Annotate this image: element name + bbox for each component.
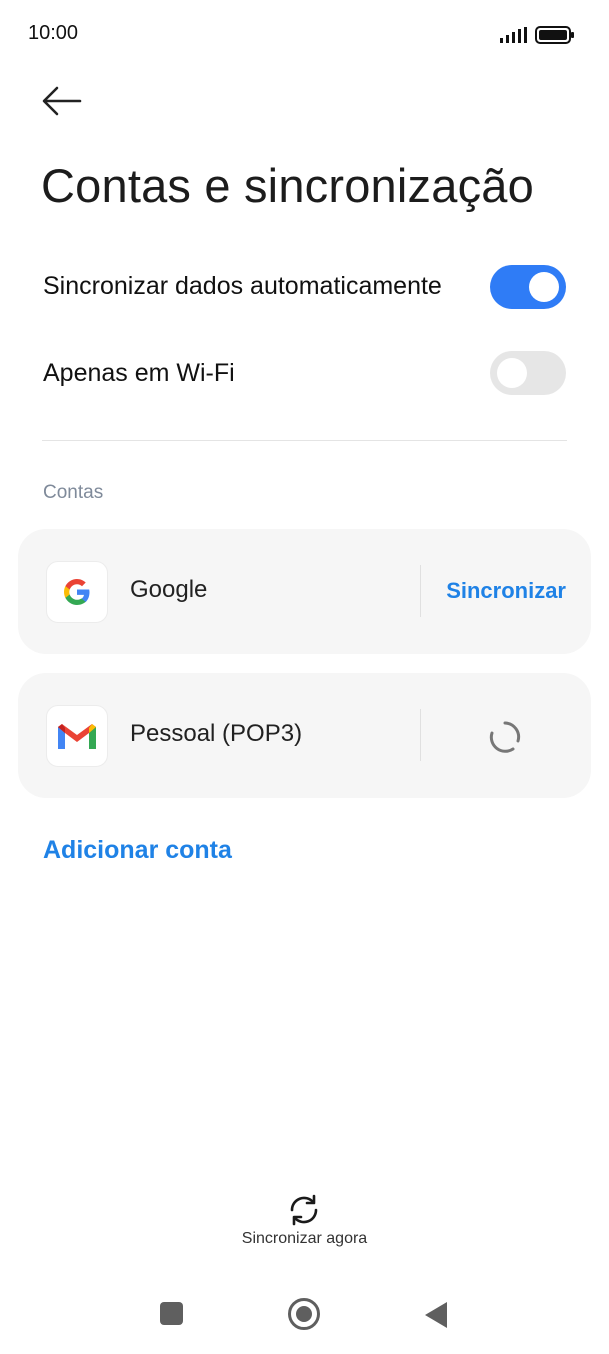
home-circle-icon[interactable] bbox=[287, 1297, 321, 1331]
add-account-button[interactable]: Adicionar conta bbox=[43, 836, 232, 865]
recents-square-icon[interactable] bbox=[160, 1302, 183, 1325]
sync-account-button[interactable]: Sincronizar bbox=[446, 578, 566, 604]
divider bbox=[420, 709, 421, 761]
page-title: Contas e sincronização bbox=[41, 159, 534, 212]
back-arrow-icon[interactable] bbox=[40, 84, 82, 118]
divider bbox=[420, 565, 421, 617]
status-time: 10:00 bbox=[28, 22, 79, 44]
account-card-pop3[interactable]: Pessoal (POP3) bbox=[18, 673, 591, 798]
toggle-knob bbox=[529, 272, 559, 302]
gmail-icon bbox=[46, 705, 108, 767]
sync-spinner-icon bbox=[489, 721, 521, 753]
wifi-only-label: Apenas em Wi-Fi bbox=[43, 359, 235, 387]
google-icon bbox=[46, 561, 108, 623]
account-card-google[interactable]: Google Sincronizar bbox=[18, 529, 591, 654]
accounts-section-label: Contas bbox=[43, 482, 104, 503]
account-name: Pessoal (POP3) bbox=[130, 720, 303, 747]
auto-sync-toggle[interactable] bbox=[490, 265, 566, 309]
account-name: Google bbox=[130, 576, 208, 603]
signal-icon bbox=[500, 27, 527, 43]
auto-sync-label: Sincronizar dados automaticamente bbox=[43, 272, 442, 300]
toggle-knob bbox=[497, 358, 527, 388]
back-triangle-icon[interactable] bbox=[423, 1300, 449, 1330]
sync-now-label[interactable]: Sincronizar agora bbox=[0, 1230, 609, 1248]
divider bbox=[42, 440, 567, 441]
battery-icon bbox=[535, 26, 574, 44]
wifi-only-toggle[interactable] bbox=[490, 351, 566, 395]
sync-icon[interactable] bbox=[286, 1192, 322, 1228]
